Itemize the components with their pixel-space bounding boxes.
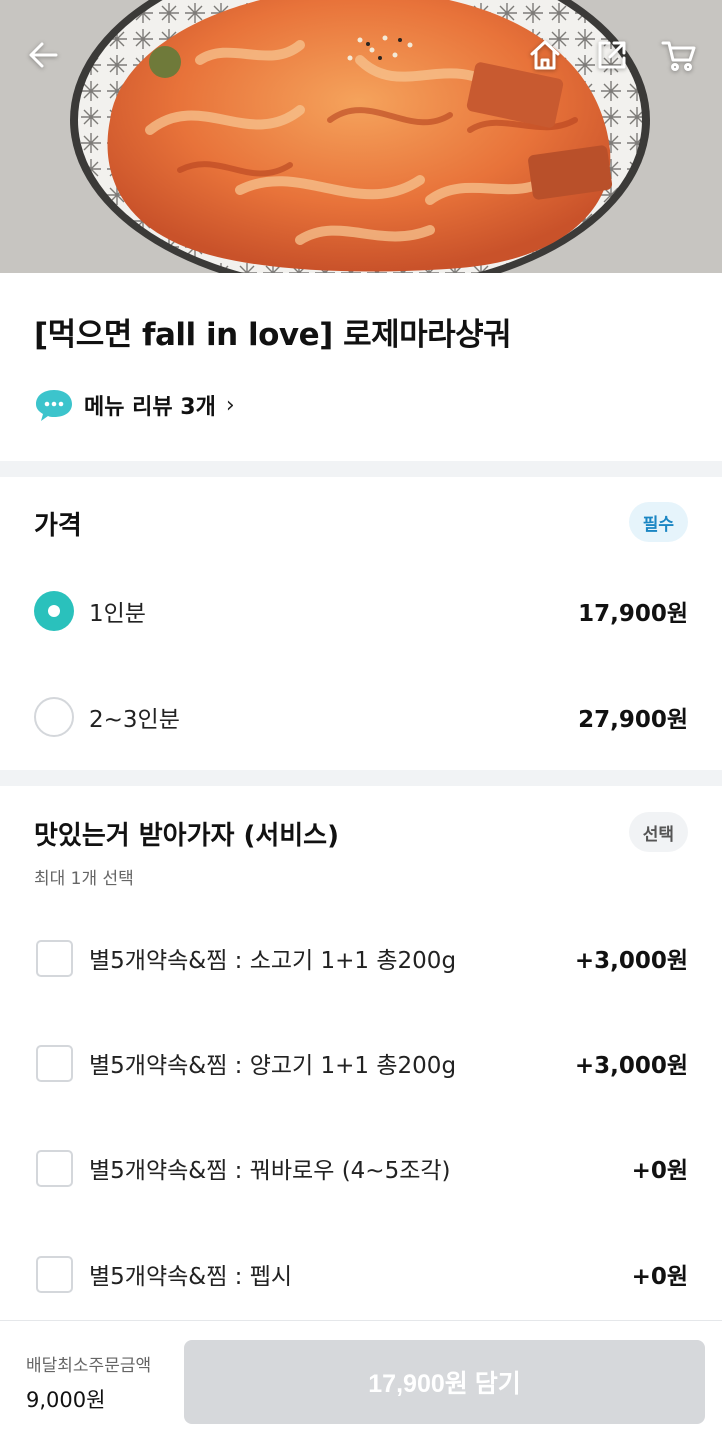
chevron-right-icon: ›	[225, 392, 235, 418]
checkbox[interactable]	[36, 939, 73, 977]
page-title: [먹으면 fall in love] 로제마라샹궈	[34, 317, 512, 353]
option-label: 별5개약속&찜 : 꿔바로우 (4~5조각)	[89, 1158, 451, 1184]
option-price: +3,000원	[574, 948, 688, 974]
top-navigation	[0, 0, 722, 110]
cart-icon	[661, 41, 696, 71]
section-divider	[0, 461, 722, 477]
service-option-1[interactable]: 별5개약속&찜 : 소고기 1+1 총200g +3,000원	[0, 928, 722, 988]
add-to-cart-button[interactable]: 17,900원 담기	[184, 1340, 705, 1424]
share-icon	[598, 41, 626, 69]
checkbox[interactable]	[36, 1044, 73, 1082]
optional-badge: 선택	[628, 812, 688, 852]
speech-bubble-icon	[36, 390, 72, 421]
service-option-2[interactable]: 별5개약속&찜 : 양고기 1+1 총200g +3,000원	[0, 1033, 722, 1093]
option-price: +0원	[631, 1158, 688, 1184]
menu-info: [먹으면 fall in love] 로제마라샹궈 메뉴 리뷰 3개 ›	[0, 273, 722, 461]
option-label: 별5개약속&찜 : 소고기 1+1 총200g	[89, 948, 457, 974]
option-price: +3,000원	[574, 1053, 688, 1079]
menu-review-link[interactable]: 메뉴 리뷰 3개 ›	[34, 387, 235, 423]
menu-photo	[0, 0, 722, 273]
checkbox[interactable]	[36, 1255, 73, 1293]
option-label: 별5개약속&찜 : 펩시	[89, 1264, 293, 1290]
service-option-3[interactable]: 별5개약속&찜 : 꿔바로우 (4~5조각) +0원	[0, 1138, 722, 1198]
service-group-title: 맛있는거 받아가자 (서비스)	[34, 821, 339, 851]
option-label: 1인분	[89, 601, 146, 627]
required-badge: 필수	[628, 502, 688, 542]
option-label: 별5개약속&찜 : 양고기 1+1 총200g	[89, 1053, 457, 1079]
service-option-4[interactable]: 별5개약속&찜 : 펩시 +0원	[0, 1244, 722, 1304]
radio-selected[interactable]	[34, 591, 74, 631]
option-label: 2~3인분	[89, 707, 180, 733]
menu-review-label: 메뉴 리뷰 3개	[84, 395, 216, 420]
service-group-subtitle: 최대 1개 선택	[34, 869, 134, 889]
share-button[interactable]	[589, 32, 635, 78]
price-option-2[interactable]: 2~3인분 27,900원	[0, 687, 722, 747]
arrow-left-icon	[29, 42, 58, 68]
home-button[interactable]	[522, 32, 568, 78]
back-button[interactable]	[20, 32, 66, 78]
home-icon	[530, 40, 560, 70]
price-group-title: 가격	[34, 511, 82, 541]
section-divider	[0, 770, 722, 786]
price-option-1[interactable]: 1인분 17,900원	[0, 581, 722, 641]
min-order-value: 9,000원	[26, 1388, 106, 1412]
option-price: +0원	[631, 1264, 688, 1290]
radio-unselected[interactable]	[34, 697, 74, 737]
option-price: 27,900원	[578, 707, 688, 733]
bottom-order-bar: 배달최소주문금액 9,000원 17,900원 담기	[0, 1320, 722, 1440]
option-price: 17,900원	[578, 601, 688, 627]
checkbox[interactable]	[36, 1149, 73, 1187]
min-order-label: 배달최소주문금액	[26, 1356, 152, 1376]
cart-button[interactable]	[656, 32, 702, 78]
